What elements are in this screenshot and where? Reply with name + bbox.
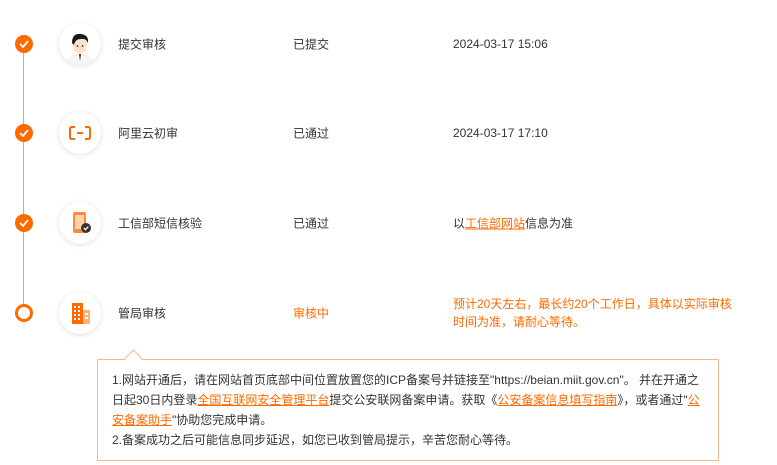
step-name: 工信部短信核验: [118, 216, 203, 231]
step-name: 阿里云初审: [118, 126, 179, 141]
note-suffix: 信息为准: [525, 216, 574, 231]
step-note: 以工信部网站信息为准: [453, 215, 573, 232]
police-guide-link[interactable]: 公安备案信息填写指南: [497, 393, 617, 407]
miit-website-link[interactable]: 工信部网站: [465, 217, 525, 231]
notice-line-2: 2.备案成功之后可能信息同步延迟，如您已收到管局提示，辛苦您耐心等待。: [112, 433, 519, 447]
notice-box: 1.网站开通后，请在网站首页底部中间位置放置您的ICP备案号并链接至"https…: [97, 359, 719, 461]
step-status: 已通过: [293, 216, 330, 231]
step-miit-sms: 工信部短信核验 已通过 以工信部网站信息为准: [0, 193, 777, 253]
step-bureau-review: 管局审核 审核中 预计20天左右，最长约20个工作日，具体以实际审核时间为准，请…: [0, 283, 777, 343]
check-icon: [15, 35, 33, 53]
step-status: 已提交: [293, 37, 330, 52]
building-icon: [59, 292, 101, 334]
step-status: 已通过: [293, 126, 330, 141]
step-aliyun-review: 阿里云初审 已通过 2024-03-17 17:10: [0, 103, 777, 163]
step-name: 提交审核: [118, 37, 167, 52]
person-avatar-icon: [59, 23, 101, 65]
step-submit: 提交审核 已提交 2024-03-17 15:06: [0, 14, 777, 74]
aliyun-logo-icon: [59, 112, 101, 154]
step-note: 预计20天左右，最长约20个工作日，具体以实际审核时间为准，请耐心等待。: [453, 297, 732, 329]
step-status: 审核中: [293, 306, 330, 321]
timeline-line: [23, 46, 24, 314]
pending-status-icon: [15, 304, 33, 322]
icp-progress-page: 提交审核 已提交 2024-03-17 15:06 阿里云初审 已通过 2024…: [0, 0, 777, 465]
security-platform-link[interactable]: 全国互联网安全管理平台: [197, 393, 329, 407]
step-time: 2024-03-17 17:10: [453, 126, 548, 140]
step-name: 管局审核: [118, 306, 167, 321]
notice-line-1: 1.网站开通后，请在网站首页底部中间位置放置您的ICP备案号并链接至"https…: [112, 373, 700, 427]
phone-check-icon: [59, 202, 101, 244]
note-prefix: 以: [453, 216, 466, 231]
check-icon: [15, 124, 33, 142]
check-icon: [15, 214, 33, 232]
step-time: 2024-03-17 15:06: [453, 37, 548, 51]
